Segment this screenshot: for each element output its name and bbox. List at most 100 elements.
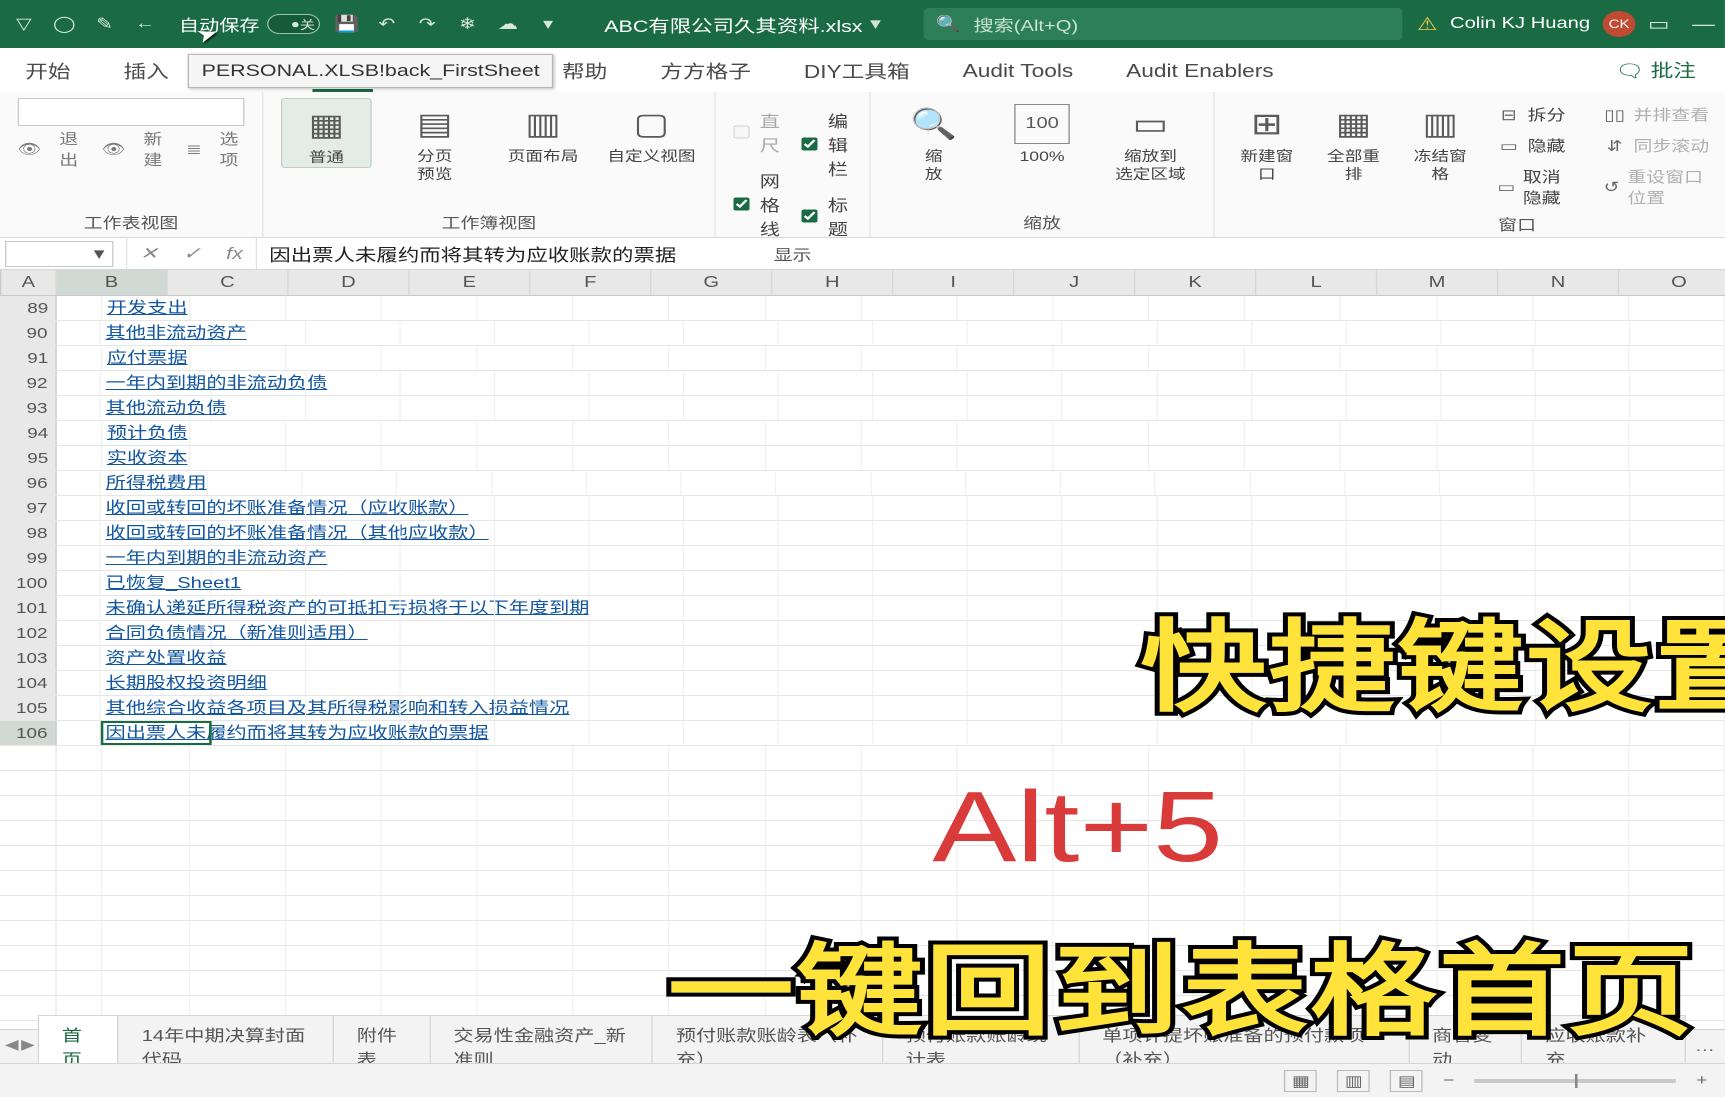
cell[interactable] — [1341, 446, 1437, 470]
cell[interactable] — [1629, 421, 1725, 445]
cell[interactable] — [190, 871, 286, 895]
custom-view-button[interactable]: ▢自定义视图 — [606, 98, 697, 166]
row-header[interactable]: 95 — [0, 446, 57, 470]
cell[interactable] — [590, 596, 685, 620]
cell[interactable] — [102, 921, 190, 945]
cell[interactable] — [1149, 421, 1245, 445]
cell[interactable] — [874, 596, 969, 620]
cell[interactable]: 预计负债 — [102, 421, 190, 445]
cell[interactable] — [574, 746, 670, 770]
cell[interactable] — [670, 746, 766, 770]
cell[interactable] — [1157, 546, 1252, 570]
cell[interactable] — [1347, 521, 1442, 545]
cell[interactable]: 一年内到期的非流动资产 — [101, 546, 212, 570]
row-header[interactable]: 105 — [0, 696, 56, 720]
cell[interactable] — [1533, 421, 1629, 445]
cell[interactable] — [102, 971, 190, 995]
cell[interactable] — [684, 321, 779, 345]
cell[interactable] — [590, 646, 685, 670]
cell[interactable] — [574, 771, 670, 795]
cell[interactable] — [102, 771, 190, 795]
cell[interactable] — [574, 971, 670, 995]
cell[interactable] — [1533, 796, 1629, 820]
cell[interactable] — [765, 846, 861, 870]
cell[interactable] — [56, 696, 100, 720]
cell[interactable] — [968, 546, 1063, 570]
cell[interactable] — [57, 771, 102, 795]
cell[interactable] — [57, 846, 102, 870]
cell[interactable] — [957, 421, 1053, 445]
cell[interactable] — [401, 571, 496, 595]
cell[interactable] — [190, 346, 286, 370]
cell[interactable]: 应付票据 — [102, 346, 190, 370]
cell[interactable] — [779, 696, 874, 720]
cell[interactable] — [1536, 396, 1631, 420]
cell[interactable] — [779, 396, 874, 420]
column-header-L[interactable]: L — [1256, 270, 1377, 295]
cell[interactable] — [670, 846, 766, 870]
cell[interactable] — [1063, 396, 1158, 420]
cell[interactable] — [765, 421, 861, 445]
user-avatar[interactable]: CK — [1603, 11, 1636, 37]
cell[interactable] — [306, 671, 401, 695]
ruler-checkbox[interactable]: 直尺 — [733, 108, 783, 156]
cell[interactable] — [1245, 871, 1341, 895]
cell[interactable] — [777, 471, 872, 495]
cell[interactable] — [190, 796, 286, 820]
cell[interactable]: 因出票人未履约而将其转为应收账款的票据 — [101, 721, 212, 745]
hide-button[interactable]: ▭隐藏 — [1492, 133, 1580, 158]
column-header-A[interactable]: A — [1, 270, 56, 295]
cell[interactable] — [1245, 821, 1341, 845]
cell[interactable] — [286, 771, 382, 795]
row-header[interactable]: 101 — [0, 596, 56, 620]
cell[interactable] — [670, 871, 766, 895]
side-by-side-button[interactable]: ▯▯并排查看 — [1598, 102, 1715, 127]
cell[interactable] — [1245, 796, 1341, 820]
cell[interactable] — [211, 621, 306, 645]
cell[interactable] — [1437, 821, 1533, 845]
cell[interactable]: 合同负债情况（新准则适用） — [101, 621, 212, 645]
cell[interactable] — [382, 896, 478, 920]
cell[interactable] — [1347, 371, 1442, 395]
cell[interactable] — [1341, 846, 1437, 870]
cell[interactable] — [968, 696, 1063, 720]
tab-home[interactable]: 开始 — [18, 50, 78, 90]
cell[interactable] — [574, 921, 670, 945]
cell[interactable] — [478, 821, 574, 845]
cell[interactable] — [682, 471, 777, 495]
cell[interactable] — [1156, 471, 1251, 495]
cell[interactable] — [102, 846, 190, 870]
cell[interactable] — [590, 571, 685, 595]
cell[interactable] — [1533, 296, 1629, 320]
cell[interactable] — [574, 796, 670, 820]
cell[interactable] — [286, 971, 382, 995]
cell[interactable] — [1437, 846, 1533, 870]
cell[interactable] — [382, 921, 478, 945]
cell[interactable] — [1245, 746, 1341, 770]
cell[interactable] — [968, 596, 1063, 620]
cell[interactable] — [286, 821, 382, 845]
row-header[interactable]: 92 — [0, 371, 56, 395]
cell[interactable] — [57, 821, 102, 845]
cell[interactable] — [590, 721, 685, 745]
cell[interactable] — [1630, 496, 1725, 520]
cell[interactable] — [286, 346, 382, 370]
cell[interactable] — [684, 646, 779, 670]
row-header[interactable] — [0, 921, 57, 945]
cell[interactable] — [495, 396, 590, 420]
cell[interactable] — [478, 971, 574, 995]
cell[interactable] — [478, 921, 574, 945]
headings-checkbox[interactable]: 标题 — [801, 192, 851, 240]
cell[interactable] — [590, 671, 685, 695]
cell[interactable] — [211, 521, 306, 545]
cell[interactable] — [1341, 796, 1437, 820]
cell[interactable] — [684, 596, 779, 620]
cell[interactable] — [303, 471, 398, 495]
cell[interactable] — [1149, 746, 1245, 770]
cell[interactable] — [1437, 746, 1533, 770]
cell[interactable]: 已恢复_Sheet1 — [101, 571, 212, 595]
cell[interactable] — [401, 396, 496, 420]
redo-icon[interactable]: ↷ — [413, 13, 441, 35]
cell[interactable] — [861, 346, 957, 370]
cell[interactable] — [779, 621, 874, 645]
